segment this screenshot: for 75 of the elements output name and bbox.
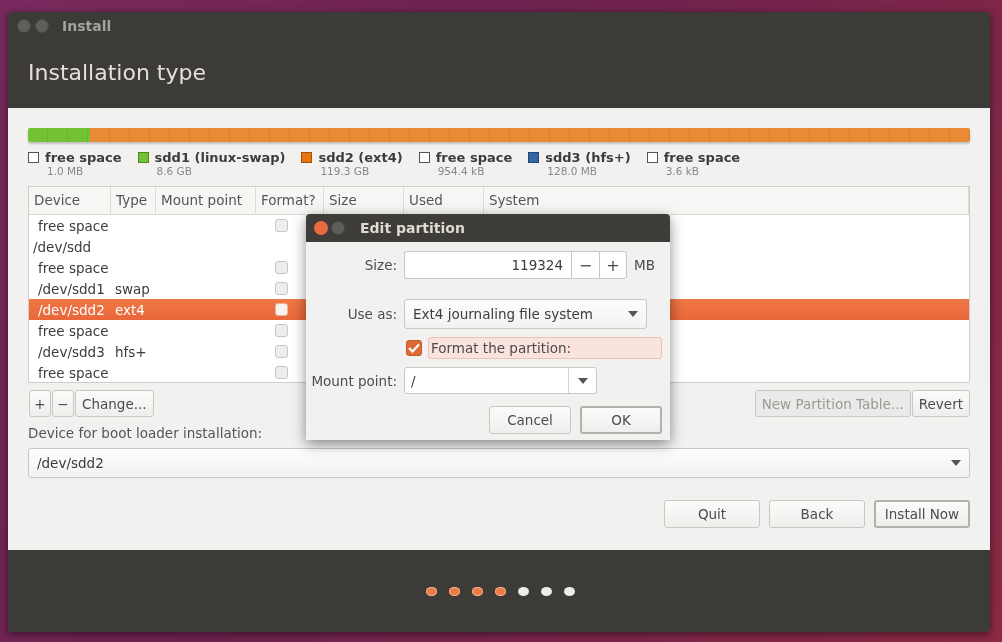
partition-row[interactable]: /dev/sdd3 hfs+: [29, 341, 306, 362]
close-icon[interactable]: [314, 221, 328, 235]
dialog-button[interactable]: Cancel: [489, 406, 571, 434]
nav-button[interactable]: Install Now: [874, 500, 970, 528]
partition-row[interactable]: free space: [29, 362, 306, 382]
mount-point-combo[interactable]: /: [404, 367, 597, 394]
field-label: Size:: [363, 257, 398, 273]
format-checkbox[interactable]: [275, 345, 288, 358]
table-cell-text: /dev/sdd1: [37, 280, 106, 297]
legend-label: free space: [663, 150, 741, 165]
column-header[interactable]: Type: [111, 187, 156, 214]
table-cell-text: free space: [37, 259, 110, 276]
table-cell: swap: [115, 280, 150, 297]
boot-loader-dropdown[interactable]: /dev/sdd2: [28, 448, 970, 478]
partition-row[interactable]: free space: [29, 320, 306, 341]
table-cell: hfs+: [115, 343, 147, 360]
caret-icon: [951, 460, 961, 466]
format-checkbox[interactable]: [275, 282, 288, 295]
legend-size: 128.0 MB: [547, 165, 598, 178]
field-label: Mount point:: [310, 372, 398, 389]
format-checkbox[interactable]: [275, 303, 288, 316]
table-cell-text: /dev/sdd: [32, 238, 93, 255]
table-action-button[interactable]: +: [29, 390, 51, 417]
decrement-button[interactable]: −: [571, 251, 599, 279]
nav-button[interactable]: Quit: [664, 500, 760, 528]
nav-button[interactable]: Back: [769, 500, 865, 528]
format-checkbox[interactable]: [275, 261, 288, 274]
format-checkbox[interactable]: [406, 340, 422, 356]
legend-label: free space: [45, 150, 122, 165]
size-field[interactable]: 119324: [404, 251, 571, 279]
table-cell-text: free space: [37, 322, 110, 339]
caret-icon: [578, 377, 588, 384]
use-as-dropdown[interactable]: Ext4 journaling file system: [404, 299, 647, 329]
unit-label: MB: [634, 257, 655, 273]
increment-button[interactable]: +: [599, 251, 627, 279]
legend-size: 3.6 kB: [665, 165, 700, 178]
partition-row[interactable]: free space: [29, 257, 306, 278]
format-checkbox[interactable]: [275, 219, 288, 232]
caret-icon: [628, 311, 638, 317]
format-checkbox[interactable]: [275, 324, 288, 337]
free-space-swatch: [418, 152, 430, 163]
column-header[interactable]: Mount point: [156, 187, 256, 214]
dialog-title: Edit partition: [360, 220, 465, 236]
dialog-button[interactable]: OK: [580, 406, 662, 434]
page-heading: Installation type: [28, 59, 206, 85]
column-header[interactable]: Device: [29, 187, 111, 214]
table-cell-text: free space: [37, 364, 110, 381]
partition-row[interactable]: /dev/sdd: [29, 236, 306, 257]
close-icon[interactable]: [17, 19, 31, 33]
table-action-button[interactable]: Revert: [911, 390, 970, 417]
free-space-swatch: [646, 152, 658, 163]
legend-size: 8.6 GB: [156, 165, 193, 178]
table-cell: ext4: [115, 301, 145, 318]
table-action-button[interactable]: Change...: [75, 390, 154, 417]
free-space-swatch: [28, 152, 39, 163]
minimize-icon[interactable]: [35, 19, 49, 33]
table-cell-text: /dev/sdd3: [37, 343, 106, 360]
field-label: Use as:: [346, 306, 398, 322]
checkbox-label: Format the partition:: [428, 337, 662, 359]
table-cell-text: /dev/sdd2: [37, 301, 106, 318]
minimize-icon[interactable]: [331, 221, 345, 235]
legend-size: 1.0 MB: [47, 165, 85, 178]
partition-row[interactable]: free space: [29, 215, 306, 236]
partition-row[interactable]: /dev/sdd1 swap: [29, 278, 306, 299]
table-cell-text: free space: [37, 217, 110, 234]
legend-label: sdd1 (linux-swap): [154, 150, 286, 165]
format-checkbox[interactable]: [275, 366, 288, 379]
legend-label: free space: [435, 150, 513, 165]
window-title: Install: [62, 18, 112, 34]
legend-label: sdd3 (hfs+): [545, 150, 631, 165]
legend-size: 954.4 kB: [437, 165, 486, 178]
legend-size: 119.3 GB: [320, 165, 371, 178]
legend-label: sdd2 (ext4): [318, 150, 403, 165]
table-action-button[interactable]: −: [52, 390, 74, 417]
boot-loader-label: Device for boot loader installation:: [28, 425, 264, 441]
